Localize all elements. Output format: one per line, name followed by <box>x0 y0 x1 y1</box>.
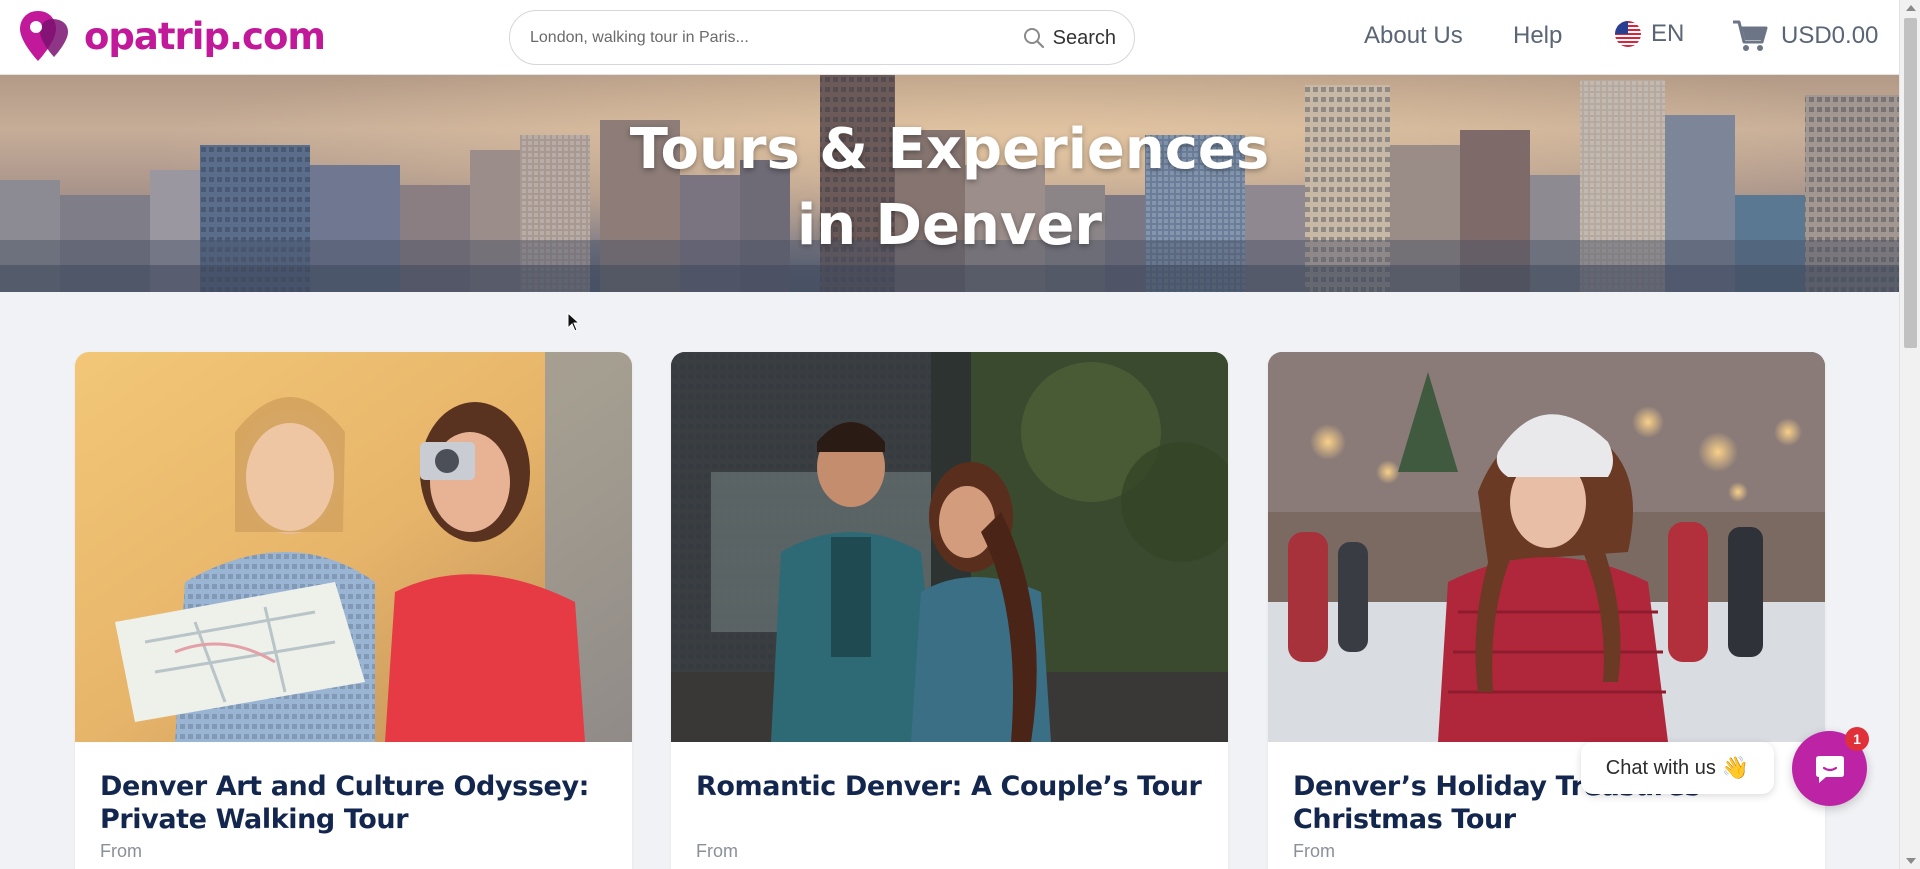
tour-card-2[interactable]: Romantic Denver: A Couple’s Tour From <box>671 352 1228 869</box>
tour-card-from-label: From <box>100 841 142 861</box>
tour-card-title[interactable]: Denver Art and Culture Odyssey: Private … <box>100 770 610 836</box>
search-input[interactable] <box>530 25 990 51</box>
waving-hand-icon: 👋 <box>1721 755 1750 780</box>
tour-card-1[interactable]: Denver Art and Culture Odyssey: Private … <box>75 352 632 869</box>
logo-pin-icon <box>20 11 68 61</box>
page-scrollbar[interactable] <box>1899 0 1920 869</box>
tour-card-from-label: From <box>696 841 738 861</box>
search-button[interactable]: Search <box>1023 24 1116 52</box>
search-button-label: Search <box>1052 26 1116 49</box>
hero-banner: Tours & Experiences in Denver <box>0 75 1899 292</box>
tour-card-from-label: From <box>1293 841 1335 861</box>
tour-card-title[interactable]: Romantic Denver: A Couple’s Tour <box>696 770 1206 803</box>
tour-card-image <box>671 352 1228 742</box>
chat-prompt-label: Chat with us <box>1605 756 1716 779</box>
scrollbar-thumb[interactable] <box>1904 18 1917 348</box>
page-title-line1: Tours & Experiences <box>629 117 1270 182</box>
mouse-cursor-icon <box>567 312 581 332</box>
cart-total: USD0.00 <box>1781 22 1879 49</box>
cart-icon <box>1733 20 1768 51</box>
scroll-up-arrow-icon[interactable] <box>1906 5 1916 11</box>
page-title-line2: in Denver <box>797 193 1102 258</box>
nav-about-us[interactable]: About Us <box>1364 22 1463 50</box>
chat-prompt[interactable]: Chat with us 👋 <box>1581 742 1774 794</box>
cart-button[interactable]: USD0.00 <box>1731 18 1878 54</box>
search-bar: Search <box>509 10 1135 65</box>
chat-bubble-icon <box>1816 756 1844 783</box>
tour-card-image <box>1268 352 1825 742</box>
site-header: opatrip.com Search About Us Help EN USD0… <box>0 0 1899 75</box>
chat-notification-badge: 1 <box>1845 727 1869 751</box>
language-label: EN <box>1651 20 1685 47</box>
logo-link[interactable]: opatrip.com <box>18 9 326 65</box>
page-title: Tours & Experiences in Denver <box>0 112 1899 264</box>
scroll-down-arrow-icon[interactable] <box>1906 858 1916 864</box>
language-selector[interactable]: EN <box>1615 20 1684 48</box>
nav-help[interactable]: Help <box>1513 22 1562 50</box>
search-icon <box>1023 28 1044 49</box>
logo-text: opatrip.com <box>84 14 326 58</box>
tour-card-image <box>75 352 632 742</box>
us-flag-icon <box>1615 21 1641 47</box>
